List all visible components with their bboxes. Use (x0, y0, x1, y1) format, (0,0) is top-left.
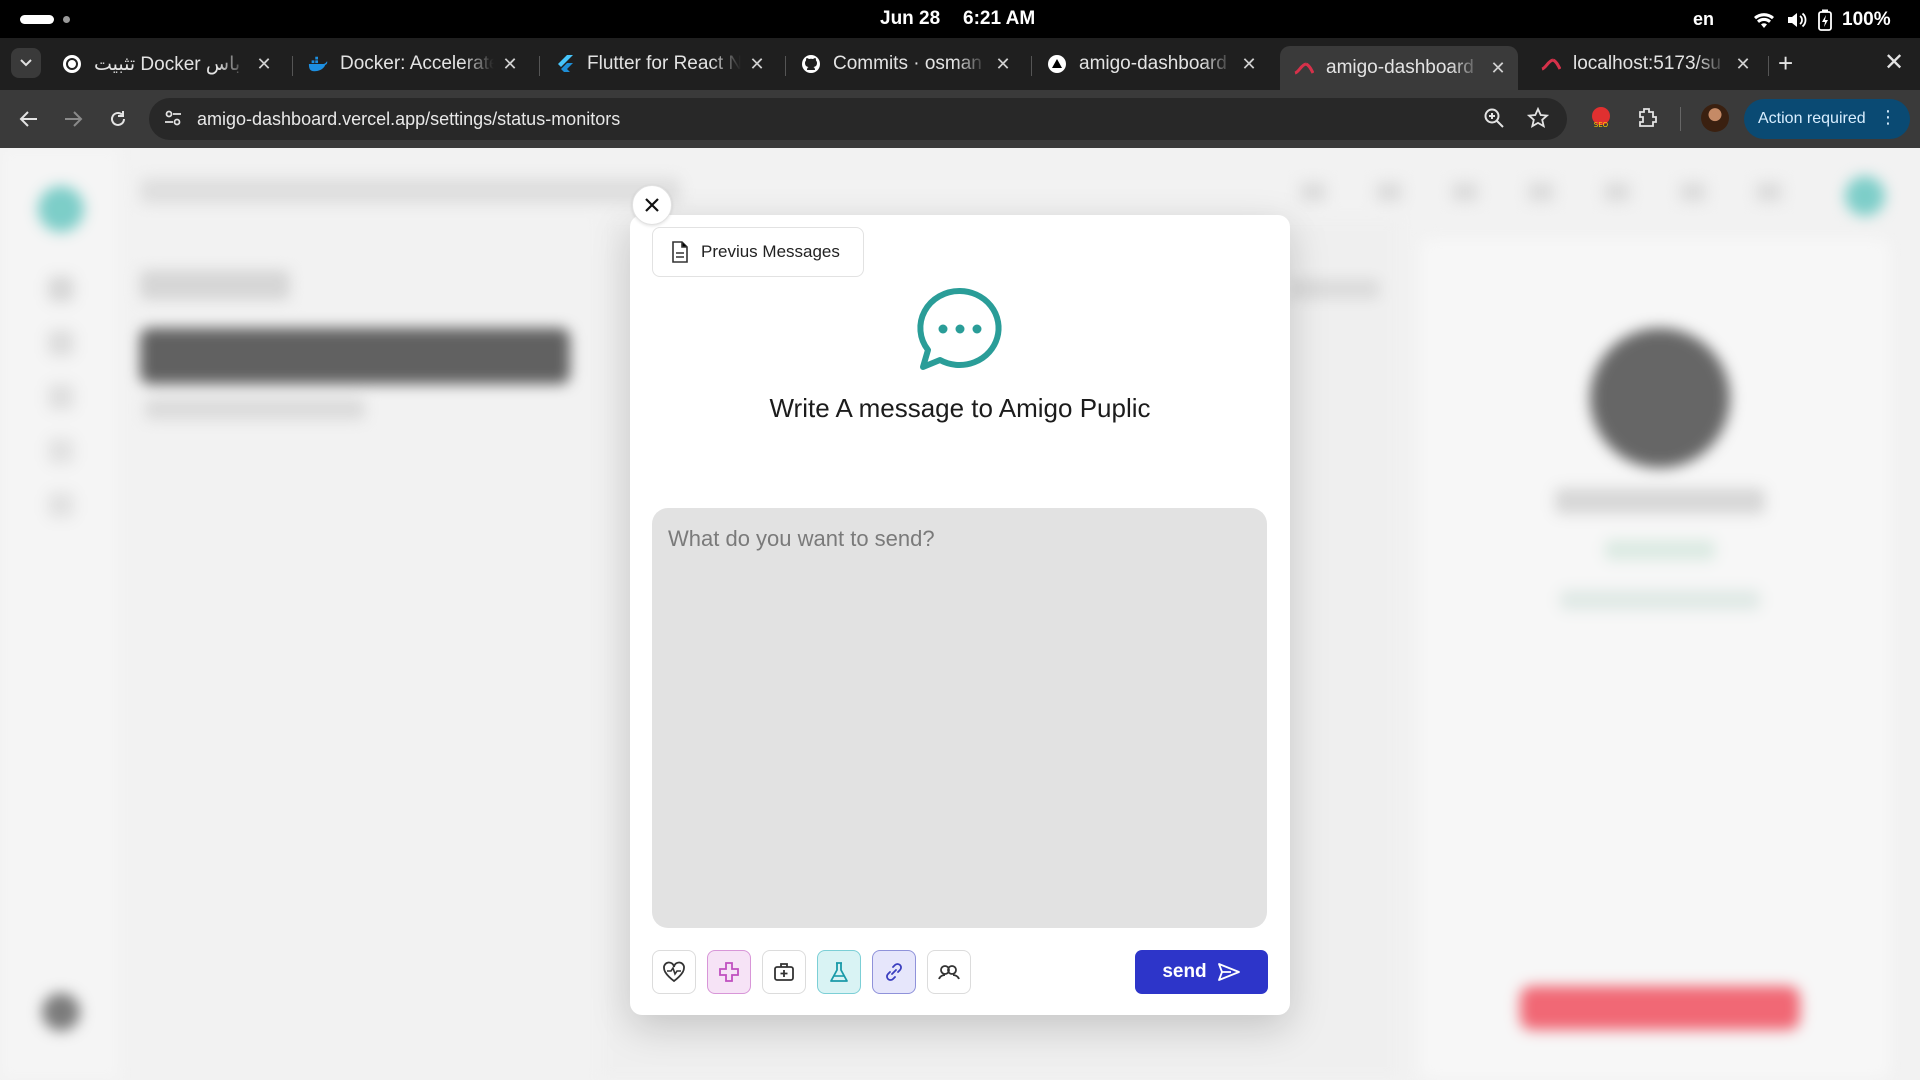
workspace-dot (63, 16, 70, 23)
send-button[interactable]: send (1135, 950, 1268, 994)
chat-bubble-icon (915, 285, 1005, 380)
zoom-icon[interactable] (1483, 107, 1505, 129)
arrow-left-icon (19, 111, 37, 127)
link-icon (886, 963, 902, 981)
modal-close-button[interactable] (632, 185, 672, 225)
category-first-aid-button[interactable] (762, 950, 806, 994)
tab-close-icon[interactable]: ✕ (1488, 58, 1508, 79)
chatgpt-icon (62, 54, 82, 74)
battery-percentage: 100% (1842, 9, 1891, 30)
category-health-button[interactable] (652, 950, 696, 994)
back-button[interactable] (13, 103, 45, 135)
tab-separator (1031, 56, 1032, 76)
tab-title: localhost:5173/su (1573, 53, 1721, 74)
tab-flutter[interactable]: Flutter for React Native ✕ (541, 44, 777, 84)
toolbar-divider (1680, 107, 1681, 131)
lab-flask-icon (830, 962, 848, 982)
tab-amigo-dashboard-vercel[interactable]: amigo-dashboard ✕ (1033, 44, 1269, 84)
site-info-icon[interactable] (163, 108, 183, 133)
app-icon (1541, 54, 1561, 74)
arrow-right-icon (65, 111, 83, 127)
tab-github-commits[interactable]: Commits · osman ✕ (787, 44, 1023, 84)
reload-button[interactable] (102, 103, 134, 135)
tab-localhost[interactable]: localhost:5173/su ✕ (1527, 44, 1763, 84)
svg-text:SEO: SEO (1594, 121, 1609, 129)
message-modal: Previus Messages Write A message to Amig… (630, 215, 1290, 1015)
tab-docker-arabic[interactable]: تثبيت Docker باس ✕ (48, 44, 284, 84)
tab-title: تثبيت Docker باس (94, 53, 241, 75)
tab-separator (1768, 56, 1769, 76)
window-close-button[interactable]: ✕ (1884, 50, 1904, 76)
health-icon (663, 961, 685, 983)
status-date[interactable]: Jun 28 (880, 8, 940, 30)
profile-avatar[interactable] (1701, 104, 1729, 132)
tab-title: amigo-dashboard (1326, 57, 1474, 78)
send-label: send (1162, 961, 1207, 982)
browser-toolbar: amigo-dashboard.vercel.app/settings/stat… (0, 90, 1920, 148)
bookmark-star-icon[interactable] (1527, 107, 1549, 129)
action-required-button[interactable]: Action required ⋮ (1744, 99, 1910, 139)
category-link-button[interactable] (872, 950, 916, 994)
tab-separator (292, 56, 293, 76)
category-lab-button[interactable] (817, 950, 861, 994)
system-tray[interactable]: 100% (1752, 9, 1891, 31)
app-icon (1294, 58, 1314, 78)
status-time[interactable]: 6:21 AM (963, 8, 1035, 30)
tab-close-icon[interactable]: ✕ (1239, 54, 1259, 75)
flutter-icon (555, 54, 575, 74)
previous-messages-button[interactable]: Previus Messages (652, 227, 864, 277)
activities-indicator[interactable] (20, 15, 54, 24)
tab-separator (785, 56, 786, 76)
reload-icon (111, 111, 125, 126)
extensions-puzzle-icon[interactable] (1636, 105, 1660, 134)
forward-button[interactable] (57, 103, 89, 135)
address-bar[interactable]: amigo-dashboard.vercel.app/settings/stat… (149, 98, 1567, 140)
tab-separator (539, 56, 540, 76)
action-required-label: Action required (1758, 110, 1866, 127)
category-people-button[interactable] (927, 950, 971, 994)
address-bar-actions (1483, 107, 1549, 129)
modal-title: Write A message to Amigo Puplic (769, 393, 1151, 423)
chevron-down-icon (20, 59, 32, 67)
tab-title: Docker: Accelerated (340, 53, 494, 74)
browser-tab-strip: تثبيت Docker باس ✕ Docker: Accelerated ✕… (0, 38, 1920, 90)
tab-amigo-dashboard-active[interactable]: amigo-dashboard ✕ (1280, 46, 1518, 90)
close-icon (645, 198, 659, 212)
docker-icon (308, 54, 328, 74)
users-icon (938, 965, 960, 980)
tab-close-icon[interactable]: ✕ (993, 54, 1013, 75)
wifi-icon (1754, 13, 1774, 28)
tab-search-button[interactable] (11, 48, 41, 78)
tab-close-icon[interactable]: ✕ (1733, 54, 1753, 75)
more-vert-icon: ⋮ (1879, 107, 1897, 127)
github-icon (801, 54, 821, 74)
tab-close-icon[interactable]: ✕ (254, 54, 274, 75)
tab-title: Commits · osman (833, 53, 982, 74)
keyboard-language[interactable]: en (1693, 9, 1714, 30)
first-aid-kit-icon (774, 963, 794, 981)
new-tab-button[interactable]: + (1778, 50, 1793, 76)
message-textarea[interactable] (652, 508, 1267, 928)
url-text[interactable]: amigo-dashboard.vercel.app/settings/stat… (197, 109, 620, 130)
tab-close-icon[interactable]: ✕ (500, 54, 520, 75)
category-medical-button[interactable] (707, 950, 751, 994)
vercel-icon (1047, 54, 1067, 74)
send-icon (1217, 963, 1240, 981)
tab-docker-accelerated[interactable]: Docker: Accelerated ✕ (294, 44, 530, 84)
tab-title: amigo-dashboard (1079, 53, 1227, 74)
volume-icon (1788, 12, 1807, 28)
seo-extension-icon[interactable]: SEO (1590, 105, 1612, 134)
tab-close-icon[interactable]: ✕ (747, 54, 767, 75)
battery-icon (1818, 9, 1832, 31)
os-status-bar: Jun 28 6:21 AM en 100% (0, 0, 1920, 38)
previous-messages-label: Previus Messages (701, 242, 840, 261)
medical-cross-icon (719, 962, 739, 982)
tab-title: Flutter for React Native (587, 53, 741, 74)
document-icon (672, 241, 688, 263)
